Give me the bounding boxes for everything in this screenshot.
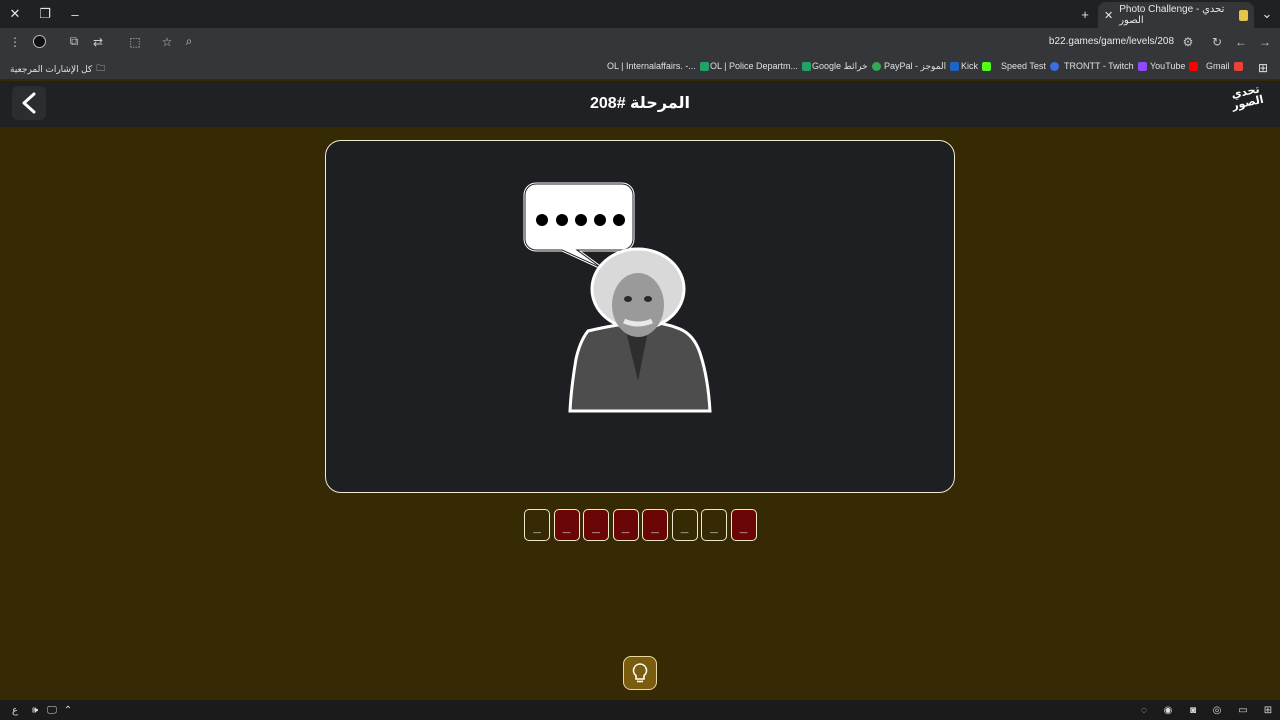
bookmarks-bar: كل الإشارات المرجعية 🗀 OL | Internalaffa…: [0, 55, 1280, 80]
answer-tiles: _ _ _ _ _ _ _ _: [524, 509, 757, 541]
close-tab-icon[interactable]: ✕: [1104, 9, 1113, 22]
tab-title: Photo Challenge - تحدي الصور: [1119, 4, 1225, 26]
bookmark-star-icon[interactable]: ☆: [158, 33, 176, 50]
bookmark-item[interactable]: PayPal - الموجز: [884, 61, 960, 72]
zoom-icon[interactable]: ⌕: [180, 33, 198, 50]
windows-start-icon[interactable]: ⊞: [1261, 703, 1275, 717]
answer-tile[interactable]: _: [553, 509, 580, 541]
address-bar[interactable]: b22.games/game/levels/208: [1049, 36, 1174, 47]
browser-toolbar: ⋮ ⧉ ⇄ ⬚ ☆ ⌕ b22.games/game/levels/208 ⚙ …: [0, 28, 1280, 55]
answer-tile[interactable]: _: [583, 509, 609, 541]
chrome-icon[interactable]: ◎: [1210, 703, 1224, 717]
maps-icon: [871, 62, 881, 71]
tab-favicon-icon: [1238, 9, 1248, 21]
screenshot-icon[interactable]: ⧉: [65, 33, 83, 50]
game-logo[interactable]: تحدي الصور: [1223, 83, 1273, 125]
new-tab-icon[interactable]: +: [1074, 4, 1096, 24]
portrait-figure: [568, 247, 712, 413]
profile-icon[interactable]: [30, 33, 48, 50]
minimize-window-icon[interactable]: –: [64, 4, 86, 24]
volume-icon[interactable]: 🕪: [28, 703, 42, 717]
answer-tile[interactable]: _: [612, 509, 639, 541]
reload-icon[interactable]: ↻: [1208, 33, 1226, 50]
apps-grid-icon[interactable]: ⊞: [1258, 61, 1268, 75]
answer-tile[interactable]: _: [642, 509, 668, 541]
forward-nav-icon[interactable]: →: [1256, 33, 1274, 50]
bookmark-item[interactable]: Gmail: [1206, 61, 1243, 71]
twitch-icon: [1137, 61, 1147, 71]
extensions-icon[interactable]: ⬚: [126, 33, 144, 50]
chevron-up-icon[interactable]: ⌃: [61, 703, 75, 717]
os-taskbar: ع 🕪 🖵 ⌃ ◌ ◉ ◙ ◎ ▭ ⊞: [0, 700, 1280, 720]
close-window-icon[interactable]: ✕: [4, 4, 26, 24]
back-nav-icon[interactable]: ←: [1232, 33, 1250, 50]
restore-window-icon[interactable]: ❐: [34, 4, 56, 24]
hint-button[interactable]: [623, 656, 657, 690]
puzzle-image: [522, 181, 712, 413]
puzzle-image-card: [325, 140, 955, 493]
paypal-icon: [950, 62, 960, 71]
all-bookmarks-folder[interactable]: كل الإشارات المرجعية 🗀: [10, 61, 105, 77]
menu-icon[interactable]: ⋮: [6, 33, 24, 50]
answer-tile[interactable]: _: [701, 509, 727, 541]
browser-tab[interactable]: ✕ Photo Challenge - تحدي الصور: [1098, 2, 1254, 28]
game-header: المرحلة #208 تحدي الصور: [0, 81, 1280, 127]
bookmark-item[interactable]: TRONTT - Twitch: [1064, 61, 1147, 71]
bookmark-item[interactable]: Google خرائط: [812, 61, 881, 72]
youtube-icon: [1189, 61, 1199, 71]
answer-tile[interactable]: _: [730, 509, 757, 541]
bookmark-item[interactable]: Kick: [961, 61, 992, 71]
translate-icon[interactable]: ⇄: [89, 33, 107, 50]
tab-search-icon[interactable]: ⌄: [1256, 4, 1278, 24]
browser-tab-strip: ✕ ❐ – + ✕ Photo Challenge - تحدي الصور ⌄: [0, 0, 1280, 28]
folder-icon: 🗀: [96, 63, 106, 73]
bookmark-item[interactable]: OL | Internalaffairs. -...: [607, 61, 709, 71]
file-explorer-icon[interactable]: ▭: [1236, 703, 1250, 717]
kick-icon: [982, 61, 992, 71]
sheets-icon: [699, 61, 709, 71]
bookmark-item[interactable]: Speed Test: [1001, 61, 1059, 71]
speedtest-icon: [1049, 61, 1059, 71]
bookmark-item[interactable]: YouTube: [1150, 61, 1199, 71]
answer-tile[interactable]: _: [524, 509, 550, 541]
answer-tile[interactable]: _: [671, 509, 698, 541]
gmail-icon: [1233, 61, 1243, 71]
bookmark-item[interactable]: OL | Police Departm...: [710, 61, 812, 71]
site-settings-icon[interactable]: ⚙: [1179, 33, 1197, 50]
lightbulb-icon: [632, 663, 648, 683]
app-icon[interactable]: ◉: [1161, 703, 1175, 717]
app-icon[interactable]: ◌: [1137, 703, 1151, 717]
network-icon[interactable]: 🖵: [45, 703, 59, 717]
level-title: المرحلة #208: [590, 95, 690, 112]
sheets-icon: [802, 61, 812, 71]
language-indicator[interactable]: ع: [8, 703, 22, 717]
discord-icon[interactable]: ◙: [1186, 703, 1200, 717]
